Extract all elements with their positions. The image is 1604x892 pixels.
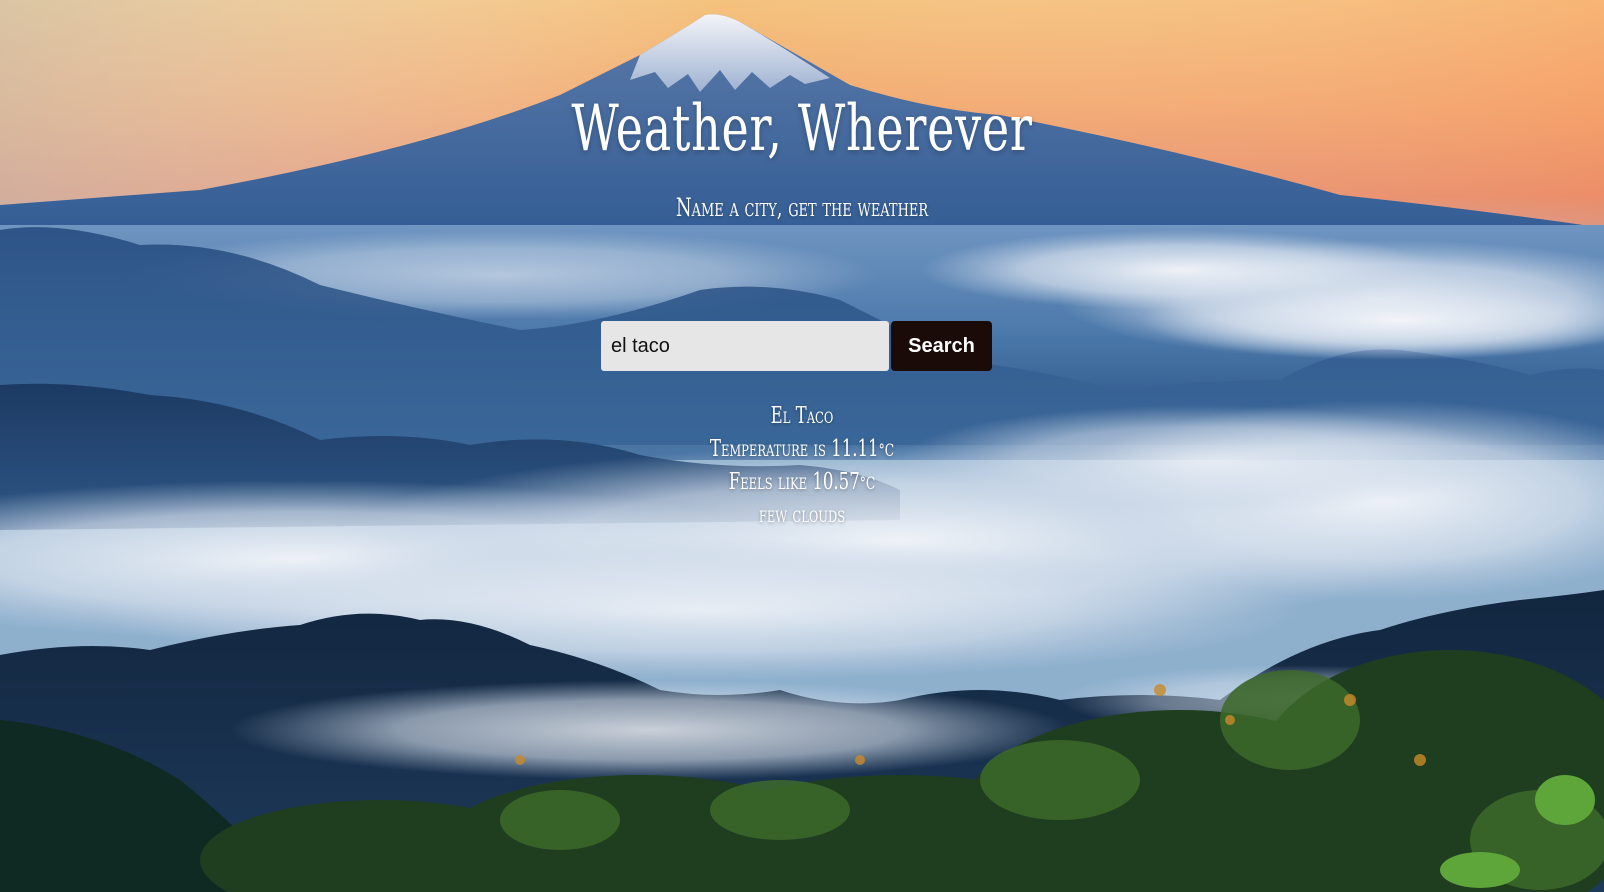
page-subtitle: Name a city, get the weather — [675, 193, 929, 222]
search-button[interactable]: Search — [891, 321, 992, 371]
feels-like-label: Feels like — [728, 469, 813, 495]
temperature-value: 11.11 — [831, 436, 879, 462]
temperature-line: Temperature is 11.11°C — [225, 433, 1380, 466]
weather-description: few clouds — [758, 502, 846, 528]
weather-results: El Taco Temperature is 11.11°C Feels lik… — [225, 400, 1380, 532]
feels-like-value: 10.57 — [812, 469, 860, 495]
feels-like-unit: °C — [859, 474, 876, 494]
temperature-unit: °C — [878, 441, 895, 461]
city-name: El Taco — [770, 403, 834, 429]
temperature-label: Temperature is — [709, 436, 832, 462]
city-search-input[interactable] — [601, 321, 889, 371]
feels-like-line: Feels like 10.57°C — [225, 466, 1380, 499]
search-form: Search — [601, 321, 992, 371]
page-title: Weather, Wherever — [571, 92, 1033, 166]
